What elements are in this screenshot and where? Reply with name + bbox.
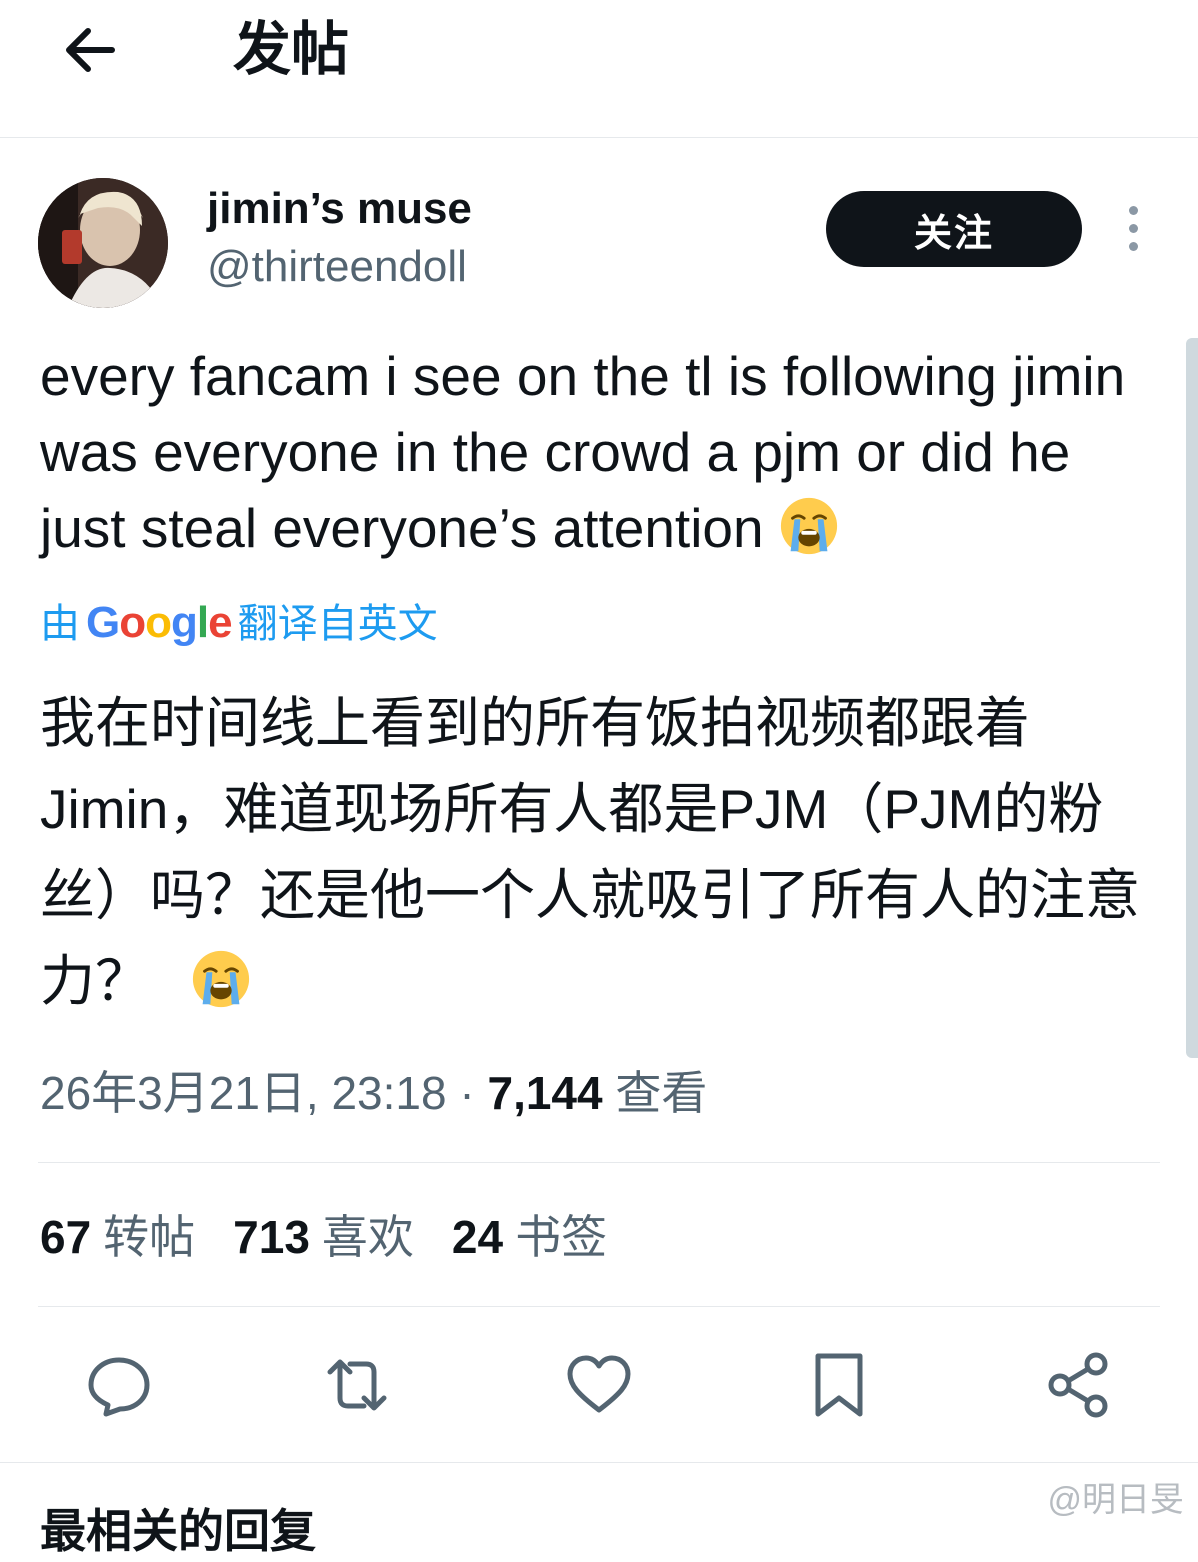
bookmarks-count: 24 (451, 1211, 504, 1263)
divider (0, 1462, 1198, 1463)
loudly-crying-face-icon (778, 495, 840, 557)
author-display-name[interactable]: jimin’s muse (207, 182, 472, 236)
reposts-label: 转帖 (103, 1211, 196, 1263)
google-logo-l: l (196, 598, 209, 647)
share-icon (1048, 1352, 1108, 1418)
more-options-icon[interactable] (1118, 206, 1148, 254)
like-button[interactable] (564, 1350, 634, 1420)
avatar-photo (38, 178, 168, 308)
related-replies-heading: 最相关的回复 (40, 1505, 316, 1557)
tweet-text-en: every fancam i see on the tl is followin… (40, 345, 1126, 559)
divider (38, 1162, 1160, 1163)
views-count: 7,144 (487, 1067, 603, 1119)
reply-button[interactable] (84, 1350, 154, 1420)
tweet-text: every fancam i see on the tl is followin… (40, 338, 1160, 566)
likes-label: 喜欢 (321, 1211, 414, 1263)
views-label: 查看 (615, 1067, 708, 1119)
google-logo-e: e (208, 598, 233, 647)
repost-button[interactable] (322, 1350, 392, 1420)
share-button[interactable] (1044, 1350, 1114, 1420)
tweet-translation: 我在时间线上看到的所有饭拍视频都跟着Jimin，难道现场所有人都是PJM（PJM… (40, 680, 1170, 1024)
bookmarks-label: 书签 (515, 1211, 608, 1263)
bookmark-icon (815, 1353, 863, 1417)
likes-count: 713 (233, 1211, 310, 1263)
translated-prefix: 由 (40, 602, 80, 646)
loudly-crying-face-icon (190, 948, 252, 1010)
avatar[interactable] (38, 178, 168, 308)
google-logo-g2: g (171, 598, 198, 647)
engagement-stats: 67 转帖 713 喜欢 24 书签 (40, 1206, 645, 1268)
divider (38, 1306, 1160, 1307)
translated-suffix: 翻译自英文 (237, 602, 438, 646)
watermark: @明日旻 (1047, 1481, 1184, 1519)
scrollbar[interactable] (1186, 338, 1198, 1058)
meta-separator: · (459, 1067, 475, 1119)
tweet-meta: 26年3月21日, 23:18 · 7,144 查看 (40, 1062, 707, 1124)
likes-stat[interactable]: 713 喜欢 (233, 1211, 452, 1263)
google-logo-g: G (86, 598, 120, 647)
reply-icon (88, 1357, 150, 1417)
page-title: 发帖 (233, 17, 350, 82)
bookmarks-stat[interactable]: 24 书签 (452, 1211, 645, 1263)
tweet-timestamp[interactable]: 26年3月21日, 23:18 (40, 1067, 447, 1119)
back-button[interactable] (58, 18, 122, 82)
top-bar: 发帖 (0, 0, 1198, 138)
heart-icon (567, 1355, 631, 1413)
translated-by-label[interactable]: 由 Google 翻译自英文 (40, 596, 438, 651)
google-logo-o2: o (145, 598, 172, 647)
arrow-left-icon (66, 28, 115, 72)
follow-button[interactable]: 关注 (826, 191, 1082, 267)
author-handle[interactable]: @thirteendoll (207, 240, 467, 294)
google-logo: Google (86, 598, 233, 647)
google-logo-o1: o (119, 598, 146, 647)
reposts-count: 67 (40, 1211, 92, 1263)
bookmark-button[interactable] (804, 1350, 874, 1420)
repost-icon (327, 1359, 387, 1411)
reposts-stat[interactable]: 67 转帖 (40, 1211, 233, 1263)
